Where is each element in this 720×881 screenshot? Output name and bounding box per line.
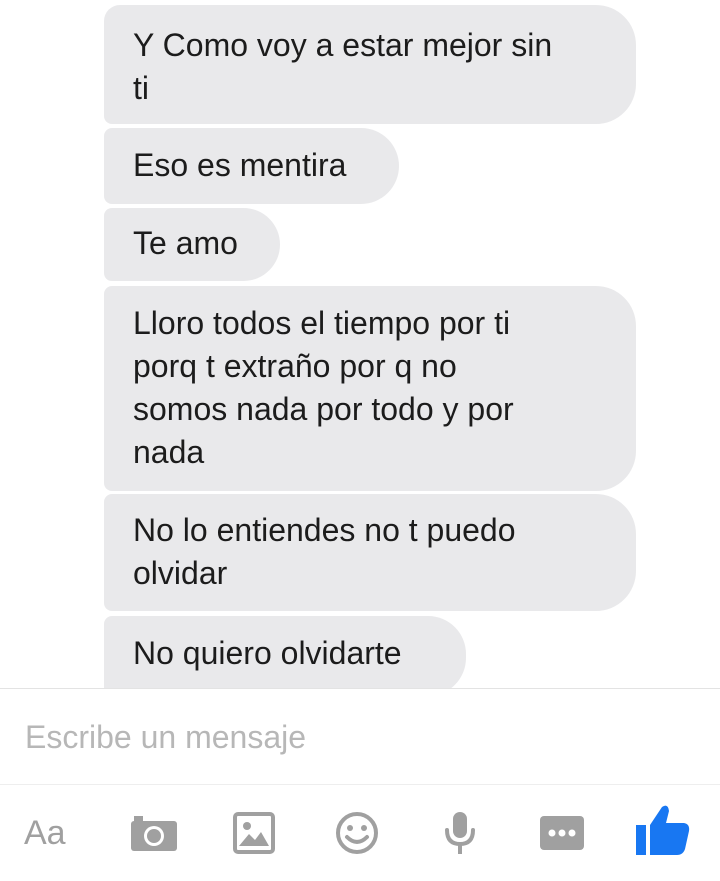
message-composer[interactable]: Escribe un mensaje [0,688,720,784]
message-bubble[interactable]: Te amo [104,208,280,281]
message-bubble[interactable]: Y Como voy a estar mejor sin ti [104,5,636,124]
message-bubble[interactable]: No quiero olvidarte [104,616,466,688]
camera-button[interactable] [126,807,182,859]
thumbs-up-icon [636,805,690,855]
microphone-icon [445,812,475,854]
emoji-button[interactable] [329,807,385,859]
more-options-button[interactable] [534,807,590,859]
message-list[interactable]: Y Como voy a estar mejor sin ti Eso es m… [0,0,720,688]
message-bubble[interactable]: Eso es mentira [104,128,399,204]
emoji-icon [336,812,378,854]
gallery-button[interactable] [226,807,282,859]
chat-screen: Y Como voy a estar mejor sin ti Eso es m… [0,0,720,881]
composer-toolbar: Aa [0,784,720,881]
message-input-placeholder[interactable]: Escribe un mensaje [25,717,306,757]
more-icon [540,816,584,850]
text-format-icon: Aa [24,814,66,852]
thumbs-up-button[interactable] [632,799,694,861]
gallery-icon [233,812,275,854]
message-bubble[interactable]: No lo entiendes no t puedo olvidar [104,494,636,611]
text-format-button[interactable]: Aa [24,807,80,859]
microphone-button[interactable] [432,807,488,859]
message-bubble[interactable]: Lloro todos el tiempo por ti porq t extr… [104,286,636,491]
camera-icon [131,816,177,851]
